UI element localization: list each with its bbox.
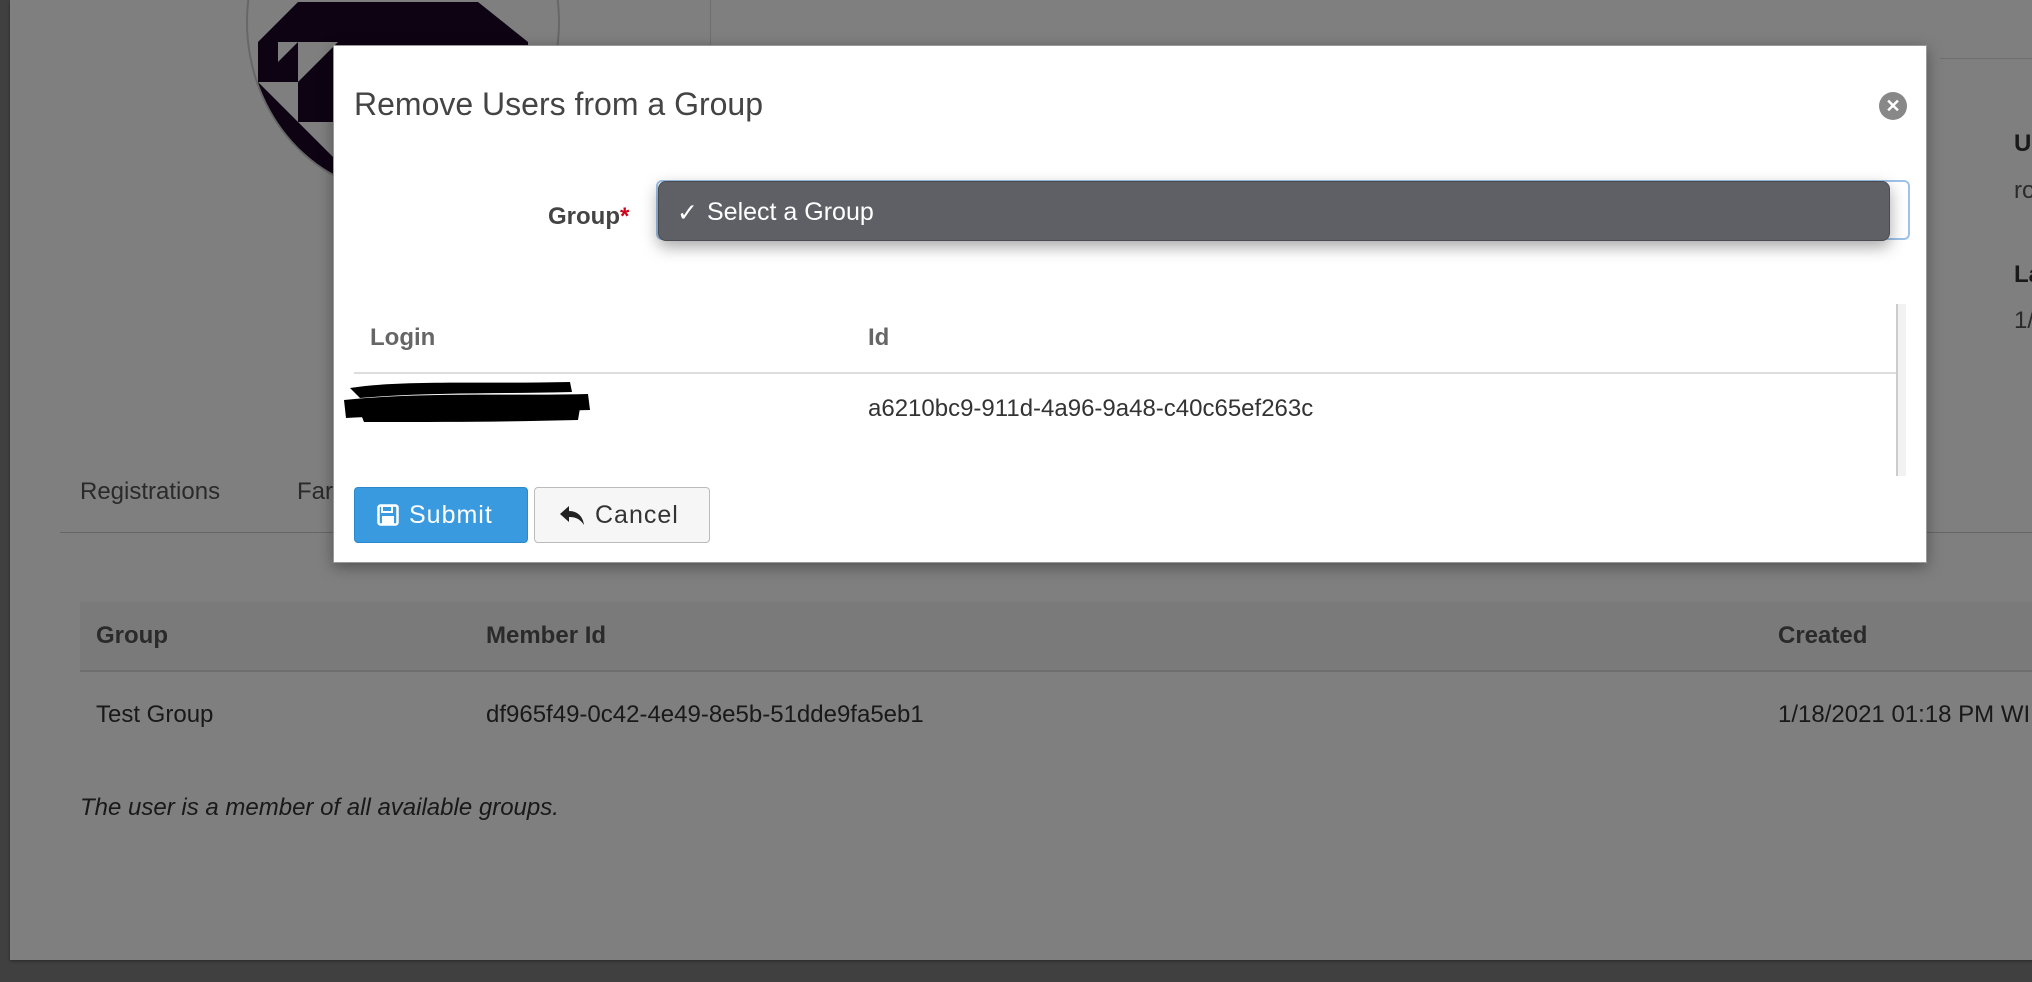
- modal-title: Remove Users from a Group: [354, 86, 764, 122]
- save-icon: [377, 504, 399, 526]
- table-header: Login Id: [354, 304, 1896, 374]
- redacted-login: [344, 382, 590, 422]
- submit-label: Submit: [409, 500, 493, 529]
- reply-arrow-icon: [559, 504, 585, 526]
- user-id-cell: a6210bc9-911d-4a96-9a48-c40c65ef263c: [868, 395, 1314, 422]
- select-option-placeholder[interactable]: Select a Group: [707, 198, 874, 227]
- checkmark-icon: ✓: [677, 199, 698, 227]
- table-scrollbar[interactable]: [1896, 304, 1906, 476]
- table-row[interactable]: a6210bc9-911d-4a96-9a48-c40c65ef263c: [344, 374, 1896, 444]
- group-field-label: Group*: [548, 203, 629, 231]
- cancel-label: Cancel: [595, 500, 679, 529]
- group-select-dropdown[interactable]: ✓ Select a Group: [658, 181, 1890, 241]
- submit-button[interactable]: Submit: [354, 487, 528, 543]
- users-table: Login Id a6210bc9-911d-4a96-9a48-c40c65e…: [344, 304, 1906, 476]
- column-header[interactable]: Id: [868, 324, 889, 352]
- group-label-text: Group: [548, 203, 620, 230]
- remove-users-modal: Remove Users from a Group ✕ Group* ✓ Sel…: [333, 45, 1927, 563]
- column-header[interactable]: Login: [370, 324, 435, 352]
- close-icon[interactable]: ✕: [1879, 92, 1907, 120]
- cancel-button[interactable]: Cancel: [534, 487, 710, 543]
- required-marker: *: [620, 203, 630, 230]
